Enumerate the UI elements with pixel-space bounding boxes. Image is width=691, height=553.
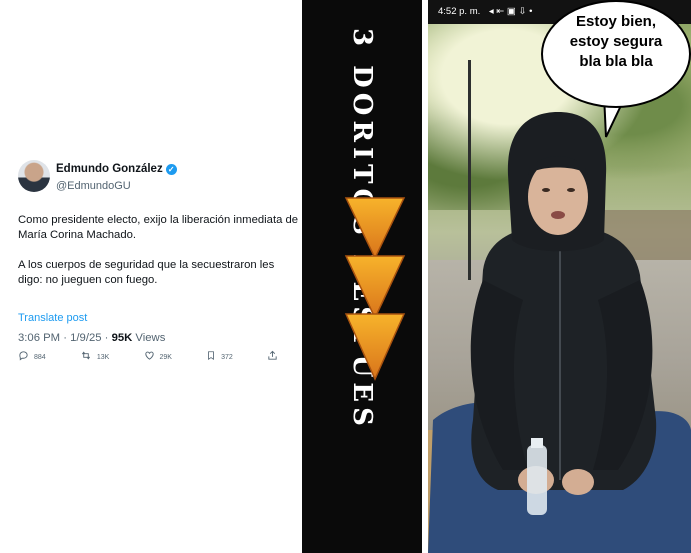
reply-button[interactable]: 884 — [18, 350, 46, 364]
share-icon — [267, 350, 278, 364]
status-icons: ◂ ⇤ ▣ ⇩ • — [488, 6, 533, 17]
dorito-arrows-icon — [344, 197, 406, 381]
views-count: 95K — [111, 332, 133, 344]
verified-badge-icon: ✓ — [165, 164, 177, 175]
author-handle[interactable]: @EdmundoGU — [56, 180, 131, 192]
bubble-line-2: estoy segura — [569, 33, 663, 50]
bookmark-button[interactable]: 372 — [206, 350, 233, 364]
like-count: 29K — [159, 353, 172, 361]
tweet-paragraph-1: Como presidente electo, exijo la liberac… — [18, 214, 299, 241]
bookmark-icon — [206, 350, 216, 364]
heart-icon — [144, 350, 155, 364]
bookmark-count: 372 — [221, 353, 233, 361]
tweet-paragraph-2: A los cuerpos de seguridad que la secues… — [18, 259, 275, 286]
tweet-timestamp[interactable]: 3:06 PM · 1/9/25 · — [18, 332, 112, 344]
tweet-body: Como presidente electo, exijo la liberac… — [18, 213, 300, 303]
author-avatar[interactable] — [18, 160, 50, 192]
repost-icon — [80, 350, 92, 364]
tweet-actions: 884 13K 29K 372 — [18, 350, 278, 364]
tweet-panel: Edmundo González ✓ @EdmundoGU Como presid… — [0, 0, 302, 553]
bubble-line-3: bla bla bla — [579, 53, 653, 70]
views-label: Views — [132, 332, 166, 344]
repost-button[interactable]: 13K — [80, 350, 109, 364]
like-button[interactable]: 29K — [144, 350, 172, 364]
reply-icon — [18, 350, 29, 364]
author-name-text: Edmundo González — [56, 163, 163, 175]
status-time: 4:52 p. m. — [438, 6, 481, 17]
share-button[interactable] — [267, 350, 278, 364]
author-name[interactable]: Edmundo González ✓ — [56, 163, 177, 175]
repost-count: 13K — [96, 353, 110, 361]
speech-bubble: Estoy bien, estoy segura bla bla bla — [541, 0, 691, 108]
bubble-line-1: Estoy bien, — [575, 13, 657, 30]
translate-post-link[interactable]: Translate post — [18, 312, 87, 324]
reply-count: 884 — [34, 353, 46, 361]
tweet-meta: 3:06 PM · 1/9/25 · 95K Views — [18, 332, 165, 344]
